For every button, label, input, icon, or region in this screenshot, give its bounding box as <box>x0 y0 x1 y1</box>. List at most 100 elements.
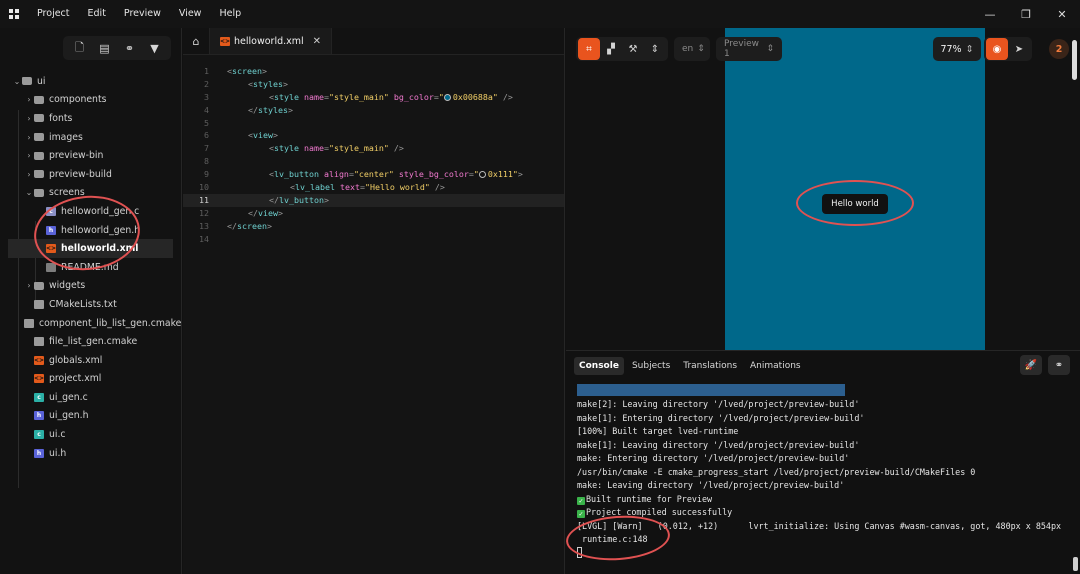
code-line[interactable]: 1 <screen> <box>183 65 564 78</box>
hammer-icon[interactable]: ⚒ <box>622 38 644 60</box>
code-line[interactable]: 5 <box>183 117 564 130</box>
layout-icon[interactable]: ▞ <box>600 38 622 60</box>
console-line: /usr/bin/cmake -E cmake_progress_start /… <box>577 466 1077 480</box>
tree-item[interactable]: › images <box>0 128 181 147</box>
code-line[interactable]: 6 <view> <box>183 129 564 142</box>
close-tab-icon[interactable]: ✕ <box>313 36 321 47</box>
code-line[interactable]: 7 <style name="style_main" /> <box>183 142 564 155</box>
tree-item[interactable]: h helloworld_gen.h <box>0 221 181 240</box>
code-text: <styles> <box>209 78 288 91</box>
issues-badge[interactable]: 2 <box>1049 39 1069 59</box>
console-prompt[interactable] <box>577 546 1077 561</box>
link-icon[interactable]: ⚭ <box>1048 355 1070 375</box>
tree-item[interactable]: › preview-bin <box>0 146 181 165</box>
code-token: "style_main" <box>328 91 389 102</box>
code-line[interactable]: 13 </screen> <box>183 220 564 233</box>
color-swatch-icon[interactable] <box>443 93 451 101</box>
console-scrollbar[interactable] <box>1073 557 1078 571</box>
code-text: <style name="style_main" bg_color=" 0x006… <box>209 91 513 104</box>
code-token: lv_button <box>274 169 324 180</box>
minimize-button[interactable]: — <box>972 0 1008 28</box>
tab-subjects[interactable]: Subjects <box>627 357 675 375</box>
code-area[interactable]: 1 <screen> 2 <styles> 3 <style name="style_ma… <box>183 55 564 245</box>
tree-item[interactable]: › fonts <box>0 109 181 128</box>
inspect-icon[interactable]: ⌗ <box>578 38 600 60</box>
code-line[interactable]: 9 <lv_button align="center" style_bg_colo… <box>183 168 564 181</box>
hello-world-button[interactable]: Hello world <box>822 194 888 214</box>
console-line: [LVGL] [Warn] (0.012, +12) lvrt_initiali… <box>577 520 1077 534</box>
line-number: 4 <box>204 104 209 115</box>
code-line[interactable]: 11 </lv_button> <box>183 193 564 207</box>
app-logo-icon <box>9 9 19 19</box>
tree-item[interactable]: › components <box>0 91 181 110</box>
console-line: make: Leaving directory '/lved/project/p… <box>577 479 1077 493</box>
line-number: 9 <box>204 169 209 180</box>
menu-preview[interactable]: Preview <box>115 0 170 28</box>
preview-screen[interactable]: Hello world <box>725 28 985 350</box>
menu-project[interactable]: Project <box>28 0 79 28</box>
file-tree: ⌄ ui › components › fonts › images › preview-bin ›… <box>0 68 181 462</box>
tree-item[interactable]: c helloworld_gen.c <box>0 202 181 221</box>
menu-edit[interactable]: Edit <box>79 0 115 28</box>
zoom-level[interactable]: 77% ⇕ <box>933 37 981 61</box>
rocket-icon[interactable]: 🚀 <box>1020 355 1042 375</box>
tree-item[interactable]: h ui_gen.h <box>0 407 181 426</box>
tree-item[interactable]: › widgets <box>0 277 181 296</box>
home-icon[interactable]: ⌂ <box>183 28 210 54</box>
xml-file-icon: <> <box>45 244 57 254</box>
tree-item-label: ui_gen.h <box>49 410 89 422</box>
tree-item[interactable]: CMakeLists.txt <box>0 295 181 314</box>
tree-item[interactable]: c ui.c <box>0 425 181 444</box>
tree-item[interactable]: ⌄ ui <box>0 72 181 91</box>
locale-select[interactable]: en ⇕ <box>674 37 710 61</box>
code-line[interactable]: 2 <styles> <box>183 78 564 91</box>
target-icon[interactable]: ◉ <box>986 38 1008 60</box>
code-token: 0x111" <box>487 169 518 180</box>
chevron-right-icon: › <box>27 95 31 105</box>
code-line[interactable]: 4 </styles> <box>183 104 564 117</box>
tree-item[interactable]: ⌄ screens <box>0 184 181 203</box>
tree-item[interactable]: component_lib_list_gen.cmake <box>0 314 181 333</box>
tree-item[interactable]: <> globals.xml <box>0 351 181 370</box>
code-token: > <box>272 130 278 141</box>
code-token: styles <box>258 104 288 115</box>
tree-item[interactable]: c ui_gen.c <box>0 388 181 407</box>
line-number: 10 <box>199 182 209 193</box>
code-token: </ <box>227 220 237 231</box>
menu-view[interactable]: View <box>170 0 211 28</box>
preview-scrollbar[interactable] <box>1072 40 1077 80</box>
tab-helloworld-xml[interactable]: <> helloworld.xml ✕ <box>210 28 333 54</box>
preview-select[interactable]: Preview 1 ⇕ <box>716 37 782 61</box>
menu-help[interactable]: Help <box>210 0 250 28</box>
code-line[interactable]: 8 <box>183 155 564 168</box>
new-folder-icon[interactable]: ▤ <box>92 36 117 60</box>
tree-item-label: ui <box>37 75 46 87</box>
code-line[interactable]: 3 <style name="style_main" bg_color=" 0x00… <box>183 91 564 104</box>
tree-item[interactable]: file_list_gen.cmake <box>0 332 181 351</box>
code-line[interactable]: 10 <lv_label text="Hello world" /> <box>183 181 564 194</box>
close-button[interactable]: ✕ <box>1044 0 1080 28</box>
updown-chevron-icon[interactable]: ⇕ <box>644 38 666 60</box>
maximize-button[interactable]: ❐ <box>1008 0 1044 28</box>
tree-item-label: component_lib_list_gen.cmake <box>39 317 182 329</box>
tree-item[interactable]: README.md <box>0 258 181 277</box>
pointer-icon[interactable]: ➤ <box>1008 38 1030 60</box>
console-line-text: Project compiled successfully <box>586 507 733 517</box>
tab-animations[interactable]: Animations <box>745 357 806 375</box>
tree-item[interactable]: <> helloworld.xml <box>8 239 173 258</box>
tree-item[interactable]: h ui.h <box>0 444 181 463</box>
code-token: /> <box>429 182 445 193</box>
code-line[interactable]: 12 </view> <box>183 207 564 220</box>
link-icon[interactable]: ⚭ <box>117 36 142 60</box>
console-log[interactable]: make[2]: Leaving directory '/lved/projec… <box>577 398 1077 560</box>
tree-item[interactable]: › preview-build <box>0 165 181 184</box>
tab-console[interactable]: Console <box>574 357 624 375</box>
color-swatch-icon[interactable] <box>478 171 486 179</box>
code-line[interactable]: 14 <box>183 233 564 246</box>
filter-icon[interactable]: ▼ <box>142 36 167 60</box>
tab-translations[interactable]: Translations <box>678 357 742 375</box>
tree-item[interactable]: <> project.xml <box>0 370 181 389</box>
console-tabs: Console Subjects Translations Animations <box>574 357 809 375</box>
console-actions: 🚀 ⚭ <box>1014 355 1070 375</box>
new-file-icon[interactable]: 🗋 <box>67 36 92 60</box>
